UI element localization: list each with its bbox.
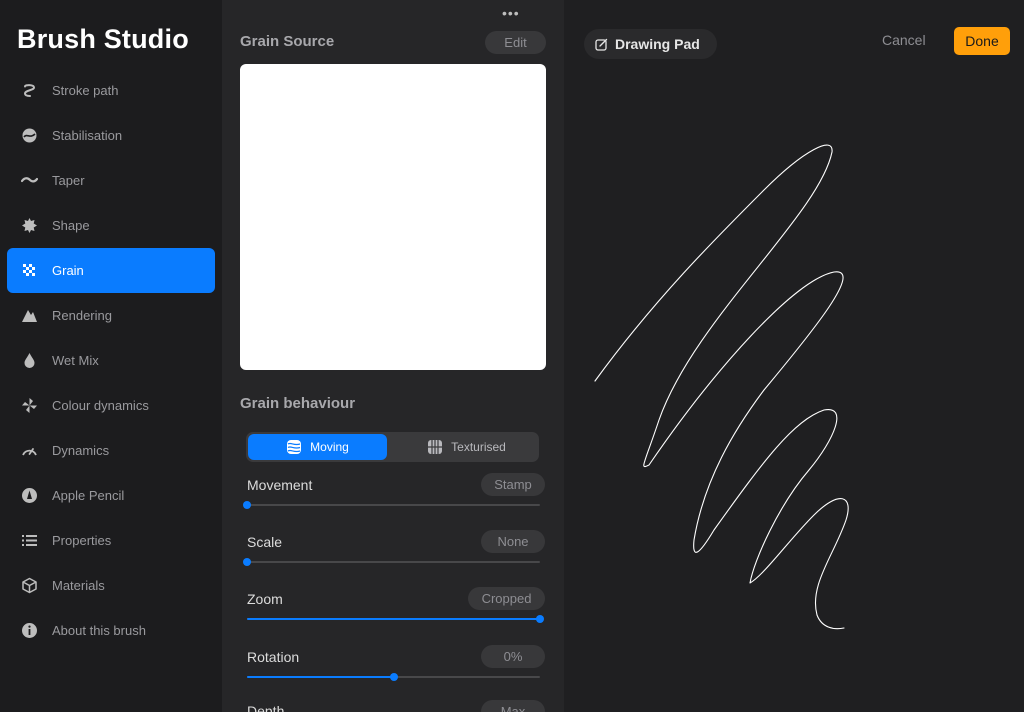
sidebar-item-rendering[interactable]: Rendering xyxy=(7,293,215,338)
slider-knob[interactable] xyxy=(536,615,544,623)
zoom-slider[interactable] xyxy=(247,613,544,625)
settings-panel: ••• Grain Source Edit Grain behaviour Mo… xyxy=(222,0,564,712)
sidebar-item-colour-dynamics[interactable]: Colour dynamics xyxy=(7,383,215,428)
sidebar-item-label: About this brush xyxy=(52,623,146,638)
properties-icon xyxy=(21,532,38,549)
depth-value: Max xyxy=(481,700,545,712)
taper-icon xyxy=(21,172,38,189)
sidebar-nav: Stroke path Stabilisation Taper Shape Gr… xyxy=(7,68,215,653)
sidebar-item-label: Dynamics xyxy=(52,443,110,458)
grain-icon xyxy=(21,262,38,279)
sidebar-item-label: Properties xyxy=(52,533,112,548)
texturised-label: Texturised xyxy=(451,440,506,454)
sidebar-item-wet-mix[interactable]: Wet Mix xyxy=(7,338,215,383)
sidebar-item-label: Colour dynamics xyxy=(52,398,149,413)
moving-label: Moving xyxy=(310,440,349,454)
apple-pencil-icon xyxy=(21,487,38,504)
slider-knob[interactable] xyxy=(389,673,398,681)
movement-value: Stamp xyxy=(481,473,545,496)
sidebar-item-label: Rendering xyxy=(52,308,112,323)
scale-value: None xyxy=(481,530,545,553)
slider-fill xyxy=(247,676,394,678)
slider-knob[interactable] xyxy=(243,558,251,566)
shape-icon xyxy=(21,217,38,234)
sidebar-item-label: Taper xyxy=(52,173,85,188)
sidebar-item-dynamics[interactable]: Dynamics xyxy=(7,428,215,473)
colour-dynamics-icon xyxy=(21,397,38,414)
stroke-path-icon xyxy=(21,82,38,99)
sidebar-item-about[interactable]: About this brush xyxy=(7,608,215,653)
sidebar-item-label: Wet Mix xyxy=(52,353,99,368)
grain-source-preview[interactable] xyxy=(240,64,546,370)
dynamics-icon xyxy=(21,442,38,459)
grain-behaviour-title: Grain behaviour xyxy=(240,395,356,412)
moving-icon xyxy=(287,440,302,454)
sidebar-item-label: Materials xyxy=(52,578,105,593)
sidebar-item-label: Stabilisation xyxy=(52,128,123,143)
movement-label: Movement xyxy=(247,477,313,493)
scale-slider[interactable] xyxy=(243,556,540,568)
sidebar-item-apple-pencil[interactable]: Apple Pencil xyxy=(7,473,215,518)
info-icon xyxy=(21,622,38,639)
sidebar-item-shape[interactable]: Shape xyxy=(7,203,215,248)
edit-button[interactable]: Edit xyxy=(485,31,546,54)
movement-slider[interactable] xyxy=(243,499,540,511)
sidebar-item-label: Stroke path xyxy=(52,83,119,98)
rotation-value: 0% xyxy=(481,645,545,668)
slider-knob[interactable] xyxy=(243,501,251,509)
sidebar-item-taper[interactable]: Taper xyxy=(7,158,215,203)
slider-track xyxy=(247,561,540,563)
moving-segment[interactable]: Moving xyxy=(248,434,387,460)
materials-icon xyxy=(21,577,38,594)
grain-source-title: Grain Source xyxy=(240,33,335,50)
zoom-label: Zoom xyxy=(247,591,283,607)
sidebar-item-properties[interactable]: Properties xyxy=(7,518,215,563)
slider-track xyxy=(247,504,540,506)
rendering-icon xyxy=(21,307,38,324)
scale-label: Scale xyxy=(247,534,283,550)
slider-fill xyxy=(247,618,540,620)
wet-mix-icon xyxy=(21,352,38,369)
depth-label: Depth xyxy=(247,703,285,712)
sidebar-item-stabilisation[interactable]: Stabilisation xyxy=(7,113,215,158)
zoom-value: Cropped xyxy=(468,587,545,610)
rotation-label: Rotation xyxy=(247,649,300,665)
more-options-button[interactable]: ••• xyxy=(502,5,520,21)
stabilisation-icon xyxy=(21,127,38,144)
sidebar-item-materials[interactable]: Materials xyxy=(7,563,215,608)
texturised-segment[interactable]: Texturised xyxy=(397,434,536,460)
sidebar-item-label: Grain xyxy=(52,263,84,278)
rotation-slider[interactable] xyxy=(247,671,540,683)
drawing-pad[interactable]: Drawing Pad Cancel Done xyxy=(564,0,1024,712)
app-title: Brush Studio xyxy=(17,24,189,54)
texturised-icon xyxy=(428,440,443,454)
sidebar-item-grain[interactable]: Grain xyxy=(7,248,215,293)
sidebar-item-stroke-path[interactable]: Stroke path xyxy=(7,68,215,113)
sidebar: Brush Studio Stroke path Stabilisation T… xyxy=(0,0,222,712)
brush-stroke-drawing xyxy=(594,144,849,630)
sidebar-item-label: Apple Pencil xyxy=(52,488,125,503)
sidebar-item-label: Shape xyxy=(52,218,90,233)
grain-mode-segmented-control: Moving Texturised xyxy=(246,432,539,462)
